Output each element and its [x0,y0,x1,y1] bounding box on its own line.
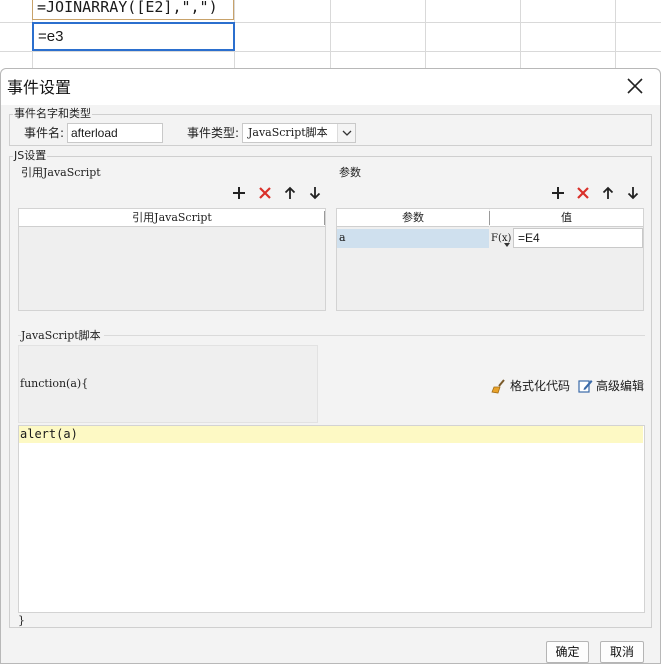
function-closing-brace: } [18,614,25,627]
grid-line [615,0,616,72]
x-icon [577,187,589,199]
arrow-up-icon [284,186,296,199]
code-line-1[interactable]: alert(a) [19,426,643,443]
cell-e3-selected[interactable]: =e3 [32,22,235,51]
param-row-name[interactable]: a [337,229,489,248]
params-table[interactable]: 参数 值 a F(x) =E4 [336,208,644,311]
delete-ref-js-button[interactable] [257,185,273,201]
script-section-title: JavaScript脚本 [21,329,104,343]
event-name-input[interactable]: afterload [67,123,163,143]
cancel-button[interactable]: 取消 [600,641,644,663]
group-legend-js: JS设置 [13,149,48,163]
event-type-label: 事件类型: [187,126,240,140]
param-name-header: 参数 [337,209,489,227]
broom-icon [491,378,505,393]
section-divider [18,335,645,336]
close-icon[interactable] [626,77,644,95]
function-signature: function(a){ [20,377,89,390]
chevron-down-icon [504,243,510,247]
arrow-down-icon [627,187,639,200]
chevron-down-icon[interactable] [337,124,355,142]
delete-param-button[interactable] [575,185,591,201]
group-legend-name-type: 事件名字和类型 [13,107,92,121]
x-icon [259,187,271,199]
params-section-title: 参数 [339,166,361,179]
add-ref-js-button[interactable] [231,185,247,201]
grid-line [520,0,521,72]
move-up-param-button[interactable] [600,185,616,201]
plus-icon [233,187,245,199]
ref-js-section-title: 引用JavaScript [21,166,101,179]
param-row-value[interactable]: =E4 [513,228,643,248]
grid-line [330,0,331,72]
spreadsheet-grid: =JOINARRAY([E2],",") =e3 [0,0,661,72]
format-code-button[interactable]: 格式化代码 [491,377,570,394]
function-header-area: function(a){ [18,345,318,423]
cell-e2[interactable]: =JOINARRAY([E2],",") [32,0,234,20]
move-down-param-button[interactable] [625,185,641,201]
dialog-title: 事件设置 [7,78,72,97]
event-name-type-group: 事件名字和类型 事件名: afterload 事件类型: JavaScript脚… [9,107,652,146]
event-type-value: JavaScript脚本 [248,126,328,139]
add-param-button[interactable] [550,185,566,201]
edit-pencil-icon [578,380,593,393]
arrow-up-icon [602,186,614,199]
plus-icon [552,187,564,199]
event-type-select[interactable]: JavaScript脚本 [242,123,356,143]
dialog-titlebar: 事件设置 [1,69,660,105]
ref-js-table[interactable]: 引用JavaScript [18,208,326,311]
code-editor[interactable]: alert(a) [18,425,645,613]
advanced-edit-button[interactable]: 高级编辑 [578,377,644,394]
column-divider [324,211,325,225]
ok-button[interactable]: 确定 [546,641,589,663]
param-value-header: 值 [490,209,643,227]
event-name-label: 事件名: [24,126,65,140]
arrow-down-icon [309,187,321,200]
move-down-ref-js-button[interactable] [307,185,323,201]
ref-js-column-header: 引用JavaScript [19,209,325,227]
grid-line [425,0,426,72]
move-up-ref-js-button[interactable] [282,185,298,201]
advanced-edit-label: 高级编辑 [596,379,645,393]
js-settings-group: JS设置 引用JavaScript 引用JavaScript 参数 参数 值 a… [9,149,652,628]
formula-fx-icon[interactable]: F(x) [491,229,511,248]
event-settings-dialog: 事件设置 事件名字和类型 事件名: afterload 事件类型: JavaSc… [0,68,661,664]
format-code-label: 格式化代码 [510,379,571,393]
